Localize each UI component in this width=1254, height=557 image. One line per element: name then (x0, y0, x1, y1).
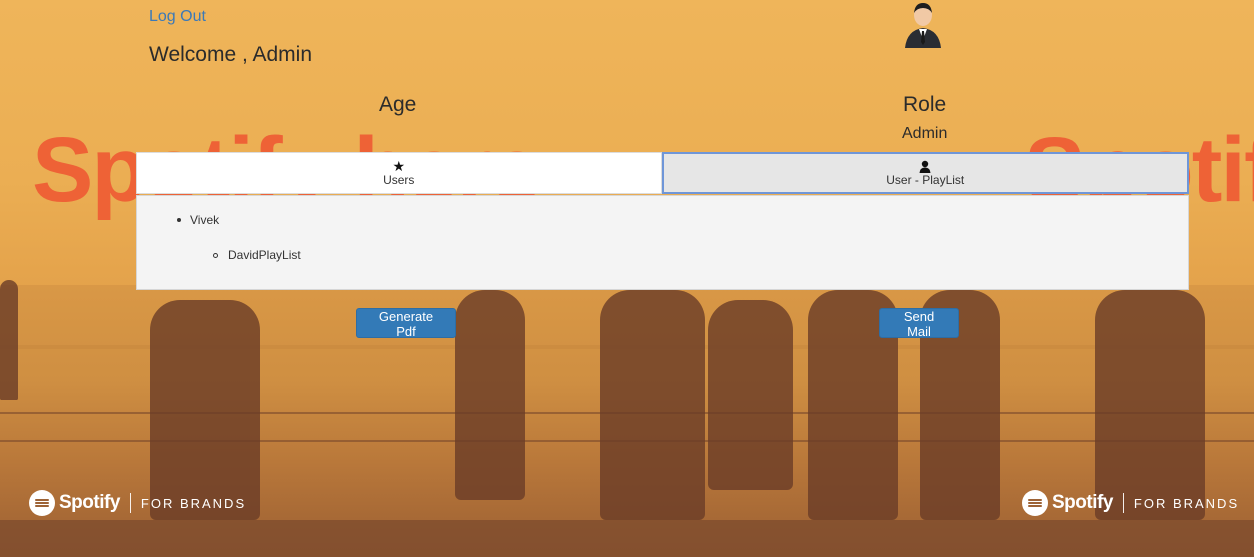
background-person (708, 300, 793, 490)
tab-user-playlist-label: User - PlayList (886, 172, 965, 187)
tab-content-panel: Vivek DavidPlayList (136, 195, 1189, 290)
tab-user-playlist[interactable]: User - PlayList (661, 152, 1189, 194)
ground (0, 520, 1254, 557)
background-person (455, 290, 525, 500)
playlist-name: DavidPlayList (228, 248, 301, 262)
list-item: DavidPlayList (213, 248, 301, 262)
bullet (213, 252, 218, 258)
spotify-icon (29, 490, 55, 516)
brand-tagline: FOR BRANDS (140, 495, 247, 511)
background-person (1095, 290, 1205, 520)
send-mail-button[interactable]: Send Mail (879, 308, 959, 339)
age-heading: Age (379, 93, 417, 116)
spotify-icon (1022, 490, 1048, 516)
welcome-message: Welcome , Admin (149, 43, 313, 66)
role-heading: Role (903, 93, 947, 116)
spotify-brand-logo: Spotify FOR BRANDS (1022, 490, 1239, 516)
brand-name: Spotify (1052, 492, 1113, 513)
role-value: Admin (902, 125, 948, 142)
background-person (150, 300, 260, 520)
generate-pdf-button[interactable]: Generate Pdf (356, 308, 456, 339)
star-icon: ★ (392, 158, 406, 174)
tab-users[interactable]: ★ Users (136, 152, 662, 194)
user-icon (919, 160, 931, 173)
list-item: Vivek (177, 213, 219, 227)
brand-name: Spotify (59, 492, 120, 513)
brand-divider (1122, 493, 1124, 513)
tab-bar: ★ Users User - PlayList (136, 152, 1189, 194)
bullet (177, 218, 181, 222)
brand-tagline: FOR BRANDS (1133, 495, 1240, 511)
background-person (0, 280, 18, 400)
spotify-brand-logo: Spotify FOR BRANDS (29, 490, 246, 516)
logout-link[interactable]: Log Out (149, 8, 206, 26)
background-person (600, 290, 705, 520)
brand-divider (129, 493, 131, 513)
admin-avatar-icon (905, 3, 941, 48)
tab-users-label: Users (383, 173, 415, 187)
user-name: Vivek (190, 213, 220, 227)
